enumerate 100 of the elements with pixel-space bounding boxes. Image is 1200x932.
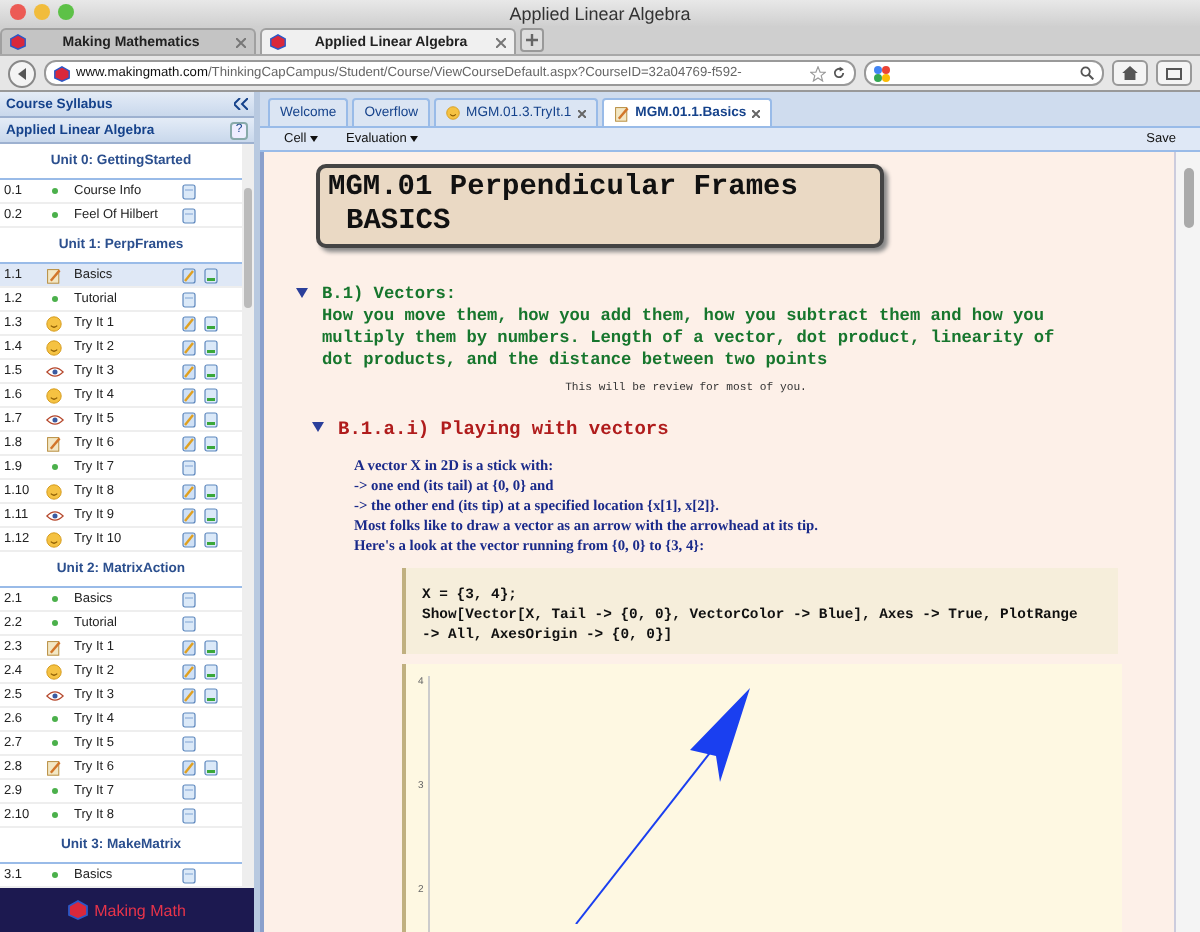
close-icon[interactable] <box>577 109 586 117</box>
document-icon[interactable] <box>182 291 196 307</box>
back-button[interactable] <box>8 59 36 87</box>
search-icon[interactable] <box>1080 66 1094 80</box>
smiley-icon <box>46 387 62 403</box>
document-icon[interactable] <box>182 807 196 823</box>
document-icon[interactable] <box>182 783 196 799</box>
pencil-icon[interactable] <box>182 507 196 523</box>
eye-icon <box>45 509 63 521</box>
dot-icon <box>51 596 57 602</box>
caret-icon <box>410 136 419 142</box>
section-text: How you move them, how you add them, how you subtract them and how you multiply them by numbers. Length of a vector, dot product, linearity of dot products, and the distance between two points <box>322 306 1057 372</box>
scrollbar[interactable] <box>1174 152 1200 932</box>
document-icon[interactable] <box>182 735 196 751</box>
home-button[interactable] <box>1112 60 1148 86</box>
footer-logo-text: Making Math <box>94 901 186 919</box>
new-tab-button[interactable] <box>520 28 544 52</box>
scrollbar[interactable] <box>242 144 254 888</box>
pencil-icon[interactable] <box>182 435 196 451</box>
pencil-paper-icon <box>46 759 62 775</box>
window-title: Applied Linear Algebra <box>509 3 691 23</box>
pencil-icon[interactable] <box>182 663 196 679</box>
reload-icon[interactable] <box>832 66 846 80</box>
section-heading: B.1) Vectors: <box>322 284 457 306</box>
dot-icon <box>51 620 57 626</box>
close-icon[interactable] <box>10 4 26 20</box>
document-icon[interactable] <box>204 483 218 499</box>
home-icon[interactable] <box>1122 66 1138 80</box>
pencil-icon[interactable] <box>182 387 196 403</box>
document-icon[interactable] <box>182 459 196 475</box>
document-icon[interactable] <box>182 711 196 727</box>
dot-icon <box>51 188 57 194</box>
disclosure-triangle-icon[interactable] <box>312 422 324 432</box>
pencil-icon[interactable] <box>182 483 196 499</box>
smiley-icon <box>46 531 62 547</box>
document-icon[interactable] <box>204 759 218 775</box>
document-icon[interactable] <box>182 183 196 199</box>
document-icon[interactable] <box>204 663 218 679</box>
cube-logo-icon <box>270 34 286 50</box>
collapse-icon[interactable] <box>234 98 248 110</box>
cube-logo-icon <box>10 34 26 50</box>
dot-icon <box>51 740 57 746</box>
close-icon[interactable] <box>496 37 506 47</box>
document-icon[interactable] <box>204 411 218 427</box>
document-icon[interactable] <box>204 387 218 403</box>
eye-icon <box>45 689 63 701</box>
pencil-icon[interactable] <box>182 759 196 775</box>
pencil-paper-icon <box>46 267 62 283</box>
smiley-icon <box>46 315 62 331</box>
cube-logo-icon <box>68 900 89 920</box>
document-icon[interactable] <box>204 315 218 331</box>
document-icon[interactable] <box>204 435 218 451</box>
dot-icon <box>51 212 57 218</box>
dot-icon <box>51 872 57 878</box>
pencil-paper-icon <box>613 105 630 121</box>
pencil-icon[interactable] <box>182 363 196 379</box>
dot-icon <box>51 788 57 794</box>
document-icon[interactable] <box>182 591 196 607</box>
title-cell: MGM.01 Perpendicular Frames BASICS <box>316 164 884 248</box>
dot-icon <box>51 716 57 722</box>
eye-icon <box>45 413 63 425</box>
pencil-icon[interactable] <box>182 267 196 283</box>
pencil-icon[interactable] <box>182 531 196 547</box>
plus-icon[interactable] <box>526 34 538 46</box>
star-icon[interactable] <box>810 65 826 81</box>
back-arrow-icon[interactable] <box>16 67 28 79</box>
pencil-icon[interactable] <box>182 687 196 703</box>
document-icon[interactable] <box>182 207 196 223</box>
pencil-paper-icon <box>46 639 62 655</box>
document-icon[interactable] <box>204 339 218 355</box>
disclosure-triangle-icon[interactable] <box>296 288 308 298</box>
document-icon[interactable] <box>204 639 218 655</box>
search-field[interactable] <box>864 60 1104 86</box>
pencil-icon[interactable] <box>182 411 196 427</box>
bookmarks-button[interactable] <box>1156 60 1192 86</box>
subsection-heading: B.1.a.i) Playing with vectors <box>338 418 669 440</box>
close-icon[interactable] <box>236 37 246 47</box>
pencil-icon[interactable] <box>182 339 196 355</box>
caret-icon <box>310 136 319 142</box>
document-icon[interactable] <box>182 867 196 883</box>
document-icon[interactable] <box>204 363 218 379</box>
document-icon[interactable] <box>204 507 218 523</box>
smiley-icon <box>46 483 62 499</box>
document-icon[interactable] <box>204 531 218 547</box>
dot-icon <box>51 812 57 818</box>
dot-icon <box>51 296 57 302</box>
pencil-icon[interactable] <box>182 315 196 331</box>
document-icon[interactable] <box>204 687 218 703</box>
eye-icon <box>45 365 63 377</box>
document-icon[interactable] <box>182 615 196 631</box>
smiley-icon <box>446 106 461 120</box>
smiley-icon <box>46 663 62 679</box>
pencil-icon[interactable] <box>182 639 196 655</box>
search-engine-icon <box>874 65 890 81</box>
document-icon[interactable] <box>204 267 218 283</box>
close-icon[interactable] <box>752 109 761 117</box>
window-icon[interactable] <box>1166 67 1182 79</box>
dot-icon <box>51 464 57 470</box>
maximize-icon[interactable] <box>58 4 74 20</box>
cube-logo-icon <box>54 65 70 81</box>
